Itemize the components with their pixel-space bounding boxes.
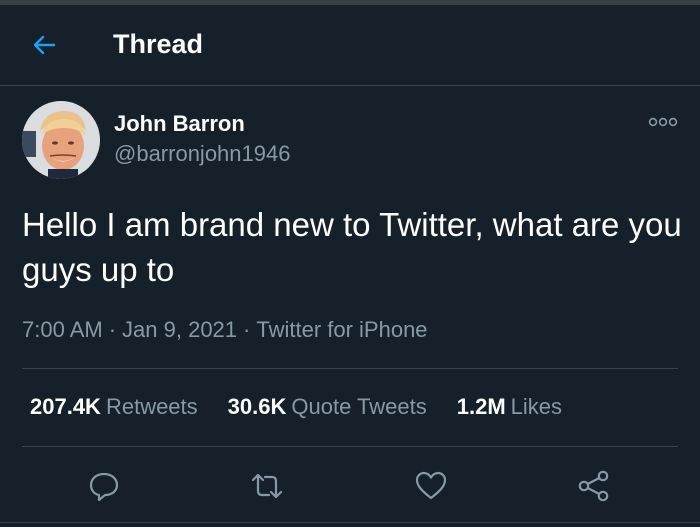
arrow-left-icon [33, 35, 56, 55]
divider [22, 446, 678, 447]
stat-label: Likes [510, 394, 563, 419]
author-handle[interactable]: @barronjohn1946 [114, 141, 290, 167]
tweet-meta: 7:00 AM · Jan 9, 2021 · Twitter for iPhone [22, 316, 428, 344]
thread-header: Thread [0, 5, 700, 86]
page-title: Thread [113, 29, 204, 59]
divider [22, 368, 678, 369]
divider [0, 522, 700, 523]
stat-value: 1.2M [456, 394, 506, 419]
tweet-source[interactable]: Twitter for iPhone [256, 317, 427, 342]
engagement-stats: 207.4K Retweets 30.6K Quote Tweets 1.2M Lik… [30, 393, 592, 421]
retweets-stat[interactable]: 207.4K Retweets [30, 393, 198, 421]
stat-value: 30.6K [227, 394, 287, 419]
tweet-time[interactable]: 7:00 AM [22, 317, 103, 342]
stat-value: 207.4K [30, 394, 101, 419]
retweet-button[interactable] [249, 468, 285, 504]
stat-label: Retweets [105, 394, 198, 419]
tweet-date[interactable]: Jan 9, 2021 [122, 317, 237, 342]
meta-separator: · [108, 317, 117, 342]
more-options-button[interactable] [646, 112, 680, 132]
reply-bubble-icon [89, 472, 119, 502]
quote-tweets-stat[interactable]: 30.6K Quote Tweets [228, 393, 427, 421]
meta-separator: · [243, 317, 251, 342]
reply-button[interactable] [86, 468, 122, 504]
share-icon [578, 470, 609, 502]
back-button[interactable] [26, 27, 62, 63]
more-dots-icon [648, 117, 678, 127]
likes-stat[interactable]: 1.2M Likes [457, 393, 562, 421]
heart-icon [415, 471, 447, 500]
tweet-text: Hello I am brand new to Twitter, what ar… [22, 206, 682, 288]
author-display-name[interactable]: John Barron [114, 111, 245, 137]
stat-label: Quote Tweets [291, 394, 427, 419]
retweet-icon [251, 473, 283, 499]
like-button[interactable] [413, 468, 449, 504]
profile-photo [22, 101, 100, 179]
share-button[interactable] [576, 468, 612, 504]
tweet-actions [0, 462, 700, 510]
avatar[interactable] [22, 101, 100, 179]
